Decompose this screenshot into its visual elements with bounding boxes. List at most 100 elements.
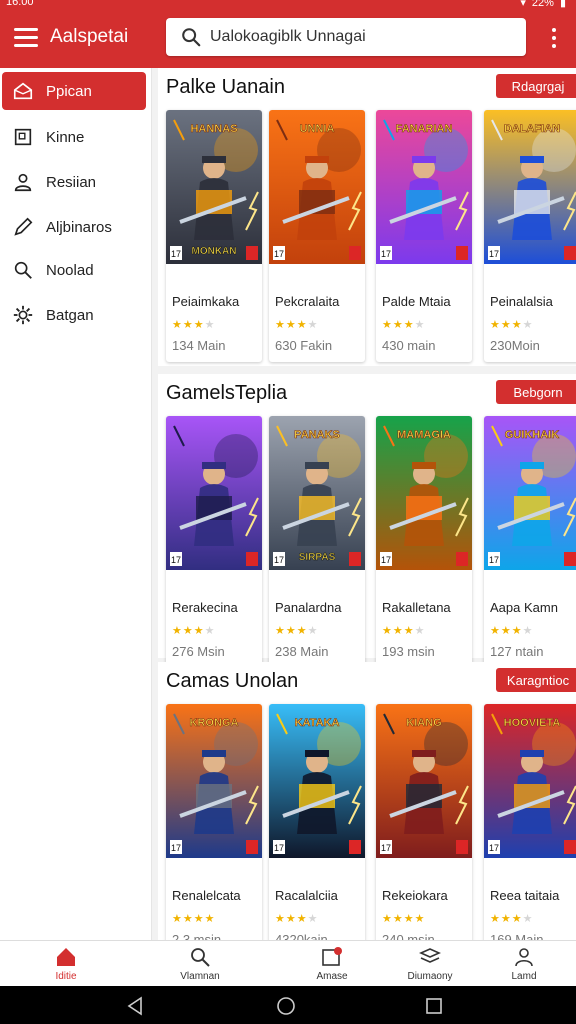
square-icon	[14, 128, 32, 146]
sidebar-item-1[interactable]: Kinne	[2, 118, 146, 156]
game-title: Palde Mtaia	[382, 294, 451, 309]
section-more-button[interactable]: Rdagrgaj	[496, 74, 576, 98]
sidebar: Ppican Kinne Resiian Aljbinaros Noolad Batgan	[0, 68, 152, 940]
bottom-nav-0[interactable]: Iditie	[26, 945, 106, 985]
svg-text:17: 17	[274, 249, 284, 259]
svg-text:HOOVIETA: HOOVIETA	[504, 717, 561, 729]
section-title: Palke Uanain	[166, 76, 285, 98]
game-card[interactable]: PANAKS SIRPAS 17 Panalardna ★★★★ 238 Mai…	[269, 416, 365, 668]
recents-icon[interactable]	[424, 996, 444, 1016]
svg-text:17: 17	[381, 843, 391, 853]
game-title: Racalalciia	[275, 888, 338, 903]
game-meta: 127 ntain	[490, 644, 544, 659]
more-options-icon[interactable]	[552, 28, 558, 48]
rating-stars: ★★★★	[490, 625, 534, 637]
svg-text:MONKAN: MONKAN	[192, 246, 237, 257]
game-cover[interactable]: KRONGA 17	[166, 704, 262, 858]
top-app-bar: 16:00 ▾ 22% ▮ Aalspetai	[0, 0, 576, 68]
home-icon	[57, 948, 75, 966]
bottom-nav-4[interactable]: Lamd	[484, 945, 564, 985]
layers-icon	[419, 948, 441, 963]
game-title: Rekeiokara	[382, 888, 448, 903]
game-card[interactable]: DALAFIAN 17 Peinalalsia ★★★★ 230Moin	[484, 110, 576, 362]
game-meta: 430 main	[382, 338, 436, 353]
game-title: Rakalletana	[382, 600, 451, 615]
game-cover-art: 17	[166, 416, 262, 570]
home-outline-icon	[13, 82, 33, 100]
svg-text:FANARIAN: FANARIAN	[396, 123, 453, 135]
game-cover[interactable]: KIANG 17	[376, 704, 472, 858]
rating-stars: ★★★★	[382, 319, 426, 331]
game-card[interactable]: HANNAS MONKAN 17 Peiaimkaka ★★★★ 134 Mai…	[166, 110, 262, 362]
profile-icon	[515, 948, 533, 967]
svg-text:17: 17	[274, 843, 284, 853]
rating-stars: ★★★★	[172, 319, 216, 331]
game-meta: 238 Main	[275, 644, 329, 659]
game-cover-art: FANARIAN 17	[376, 110, 472, 264]
game-card[interactable]: MAMAGIA 17 Rakalletana ★★★★ 193 msin	[376, 416, 472, 668]
bottom-nav-2[interactable]: Amase	[292, 945, 372, 985]
game-card[interactable]: 17 Rerakecina ★★★★ 276 Msin	[166, 416, 262, 668]
game-card[interactable]: HOOVIETA 17 Reea taitaia ★★★★ 169 Main	[484, 704, 576, 940]
section-more-button[interactable]: Bebgorn	[496, 380, 576, 404]
sidebar-item-2[interactable]: Resiian	[2, 163, 146, 201]
game-meta: 230Moin	[490, 338, 540, 353]
game-cover-art: PANAKS SIRPAS 17	[269, 416, 365, 570]
rating-stars: ★★★★	[275, 913, 319, 925]
svg-text:17: 17	[381, 555, 391, 565]
sidebar-item-0[interactable]: Ppican	[2, 72, 146, 110]
bottom-nav-label: Amase	[316, 971, 348, 982]
game-cover[interactable]: 17	[166, 416, 262, 570]
game-cover-art: GUIKHAIK 17	[484, 416, 576, 570]
game-card[interactable]: UNNIA 17 Pekcralaita ★★★★ 630 Fakin	[269, 110, 365, 362]
svg-text:DALAFIAN: DALAFIAN	[504, 123, 560, 135]
search-input[interactable]	[210, 28, 510, 46]
game-cover[interactable]: DALAFIAN 17	[484, 110, 576, 264]
game-meta: 240 msin	[382, 932, 435, 940]
status-icons: ▾ 22% ▮	[520, 0, 566, 9]
game-cover[interactable]: PANAKS SIRPAS 17	[269, 416, 365, 570]
game-cover-art: UNNIA 17	[269, 110, 365, 264]
game-cover[interactable]: GUIKHAIK 17	[484, 416, 576, 570]
game-title: Pekcralaita	[275, 294, 340, 309]
search-icon	[191, 948, 210, 967]
bottom-nav-label: Diumaony	[407, 971, 453, 982]
game-card[interactable]: GUIKHAIK 17 Aapa Kamn ★★★★ 127 ntain	[484, 416, 576, 668]
game-section: GamelsTeplia Bebgorn 17 Rerakecina ★★★★ …	[158, 374, 576, 668]
game-card[interactable]: FANARIAN 17 Palde Mtaia ★★★★ 430 main	[376, 110, 472, 362]
game-cover[interactable]: HOOVIETA 17	[484, 704, 576, 858]
sidebar-item-4[interactable]: Noolad	[2, 251, 146, 289]
bottom-nav-3[interactable]: Diumaony	[390, 945, 470, 985]
inbox-icon	[322, 947, 342, 966]
svg-text:17: 17	[381, 249, 391, 259]
back-icon[interactable]	[126, 996, 146, 1016]
svg-text:KRONGA: KRONGA	[190, 717, 239, 729]
game-cover-art: HOOVIETA 17	[484, 704, 576, 858]
svg-text:PANAKS: PANAKS	[294, 429, 340, 441]
game-cover[interactable]: MAMAGIA 17	[376, 416, 472, 570]
home-circle-icon[interactable]	[276, 996, 296, 1016]
section-more-button[interactable]: Karagntioc	[496, 668, 576, 692]
sidebar-item-5[interactable]: Batgan	[2, 296, 146, 334]
hamburger-menu-icon[interactable]	[14, 28, 38, 48]
game-card[interactable]: KIANG 17 Rekeiokara ★★★★ 240 msin	[376, 704, 472, 940]
search-bar[interactable]	[166, 18, 526, 56]
game-cover[interactable]: FANARIAN 17	[376, 110, 472, 264]
game-cover[interactable]: UNNIA 17	[269, 110, 365, 264]
game-card[interactable]: KATAKA 17 Racalalciia ★★★★ 4320kain	[269, 704, 365, 940]
app-root: 16:00 ▾ 22% ▮ Aalspetai Ppican Kinne Resii…	[0, 0, 576, 1024]
game-cover[interactable]: HANNAS MONKAN 17	[166, 110, 262, 264]
svg-text:SIRPAS: SIRPAS	[299, 552, 336, 563]
rating-stars: ★★★★	[172, 625, 216, 637]
rating-stars: ★★★★	[490, 319, 534, 331]
bottom-navigation: Iditie Vlamnan Amase Diumaony Lamd	[0, 940, 576, 986]
bottom-nav-1[interactable]: Vlamnan	[160, 945, 240, 985]
game-cover[interactable]: KATAKA 17	[269, 704, 365, 858]
game-cover-art: MAMAGIA 17	[376, 416, 472, 570]
bottom-nav-label: Iditie	[55, 971, 77, 982]
sidebar-item-label: Ppican	[46, 82, 92, 100]
game-card[interactable]: KRONGA 17 Renalelcata ★★★★ 2,3 msin	[166, 704, 262, 940]
sidebar-item-3[interactable]: Aljbinaros	[2, 208, 146, 246]
bottom-nav-label: Vlamnan	[180, 971, 220, 982]
game-meta: 2,3 msin	[172, 932, 222, 940]
